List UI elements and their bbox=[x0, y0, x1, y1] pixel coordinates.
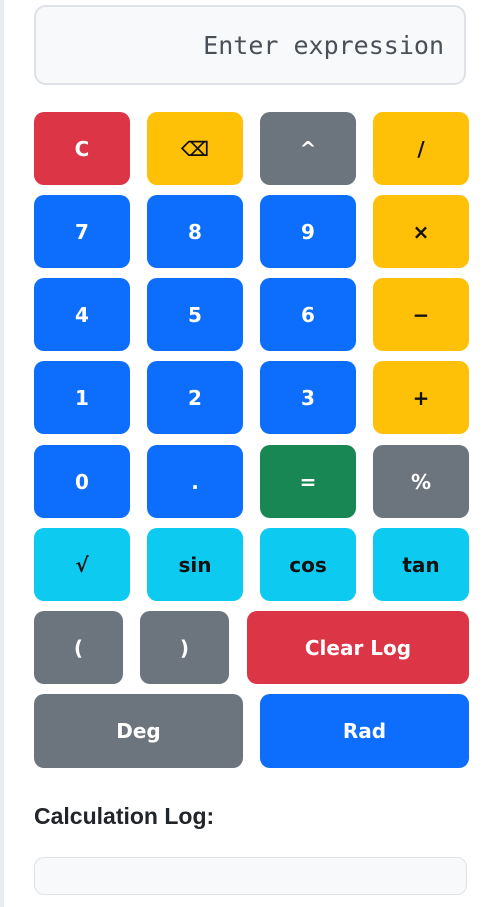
clear-log-button[interactable]: Clear Log bbox=[247, 611, 469, 684]
deg-mode-button[interactable]: Deg bbox=[34, 694, 243, 768]
backspace-button[interactable]: ⌫ bbox=[147, 112, 243, 185]
divide-button[interactable]: / bbox=[373, 112, 469, 185]
expression-input[interactable] bbox=[34, 5, 466, 85]
equals-button[interactable]: = bbox=[260, 445, 356, 518]
digit-6-button[interactable]: 6 bbox=[260, 278, 356, 351]
digit-1-button[interactable]: 1 bbox=[34, 361, 130, 434]
digit-8-button[interactable]: 8 bbox=[147, 195, 243, 268]
percent-button[interactable]: % bbox=[373, 445, 469, 518]
power-button[interactable]: ^ bbox=[260, 112, 356, 185]
left-border bbox=[0, 0, 4, 907]
sin-button[interactable]: sin bbox=[147, 528, 243, 601]
add-button[interactable]: + bbox=[373, 361, 469, 434]
close-paren-button[interactable]: ) bbox=[140, 611, 229, 684]
digit-2-button[interactable]: 2 bbox=[147, 361, 243, 434]
calculation-log-title: Calculation Log: bbox=[34, 803, 215, 829]
open-paren-button[interactable]: ( bbox=[34, 611, 123, 684]
digit-0-button[interactable]: 0 bbox=[34, 445, 130, 518]
digit-3-button[interactable]: 3 bbox=[260, 361, 356, 434]
subtract-button[interactable]: − bbox=[373, 278, 469, 351]
tan-button[interactable]: tan bbox=[373, 528, 469, 601]
sqrt-button[interactable]: √ bbox=[34, 528, 130, 601]
digit-4-button[interactable]: 4 bbox=[34, 278, 130, 351]
calculation-log-list bbox=[34, 857, 467, 895]
digit-9-button[interactable]: 9 bbox=[260, 195, 356, 268]
multiply-button[interactable]: × bbox=[373, 195, 469, 268]
digit-7-button[interactable]: 7 bbox=[34, 195, 130, 268]
digit-5-button[interactable]: 5 bbox=[147, 278, 243, 351]
rad-mode-button[interactable]: Rad bbox=[260, 694, 469, 768]
clear-button[interactable]: C bbox=[34, 112, 130, 185]
decimal-button[interactable]: . bbox=[147, 445, 243, 518]
cos-button[interactable]: cos bbox=[260, 528, 356, 601]
